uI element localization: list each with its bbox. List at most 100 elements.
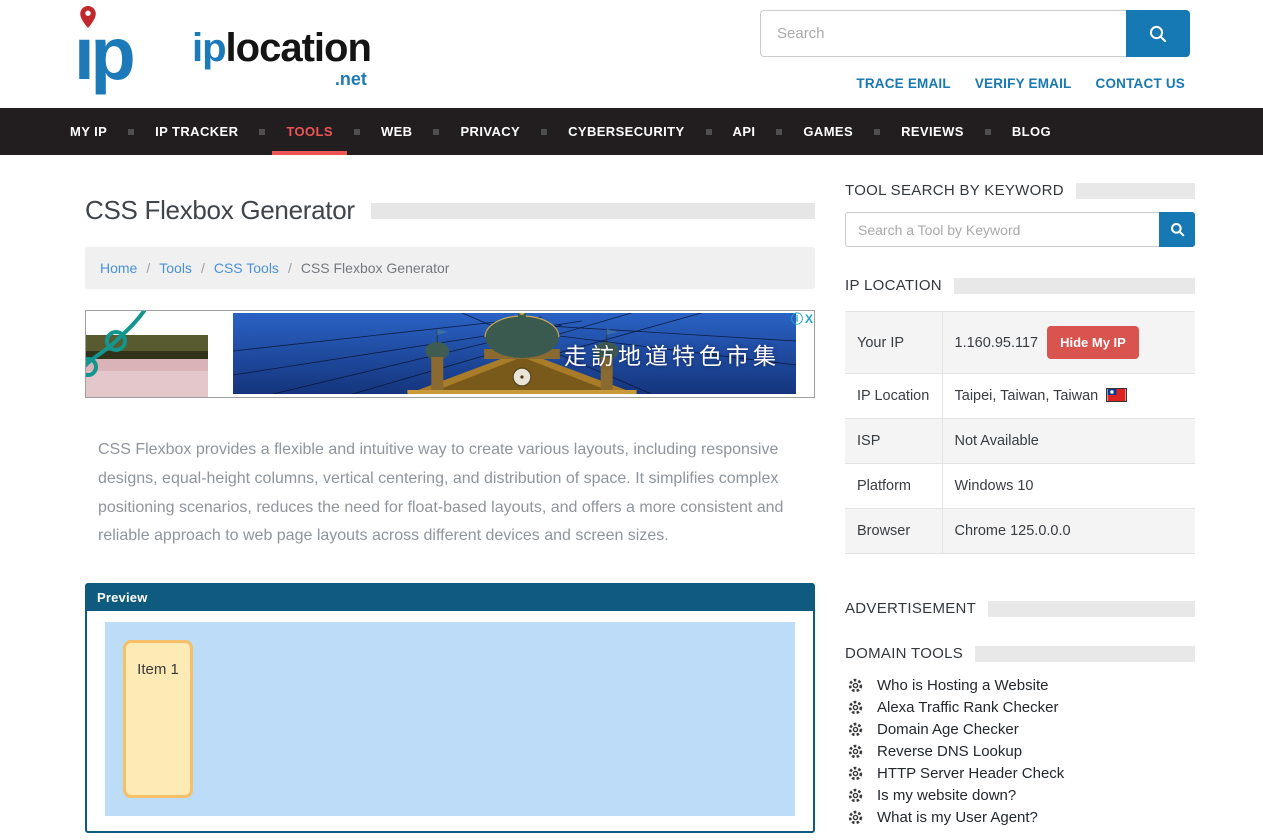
table-row: Your IP 1.160.95.117 Hide My IP xyxy=(845,312,1195,374)
advertisement-heading-label: ADVERTISEMENT xyxy=(845,600,976,617)
nav-item-ip-tracker[interactable]: IP TRACKER xyxy=(141,108,252,155)
breadcrumb-tools[interactable]: Tools xyxy=(159,260,192,276)
flex-item-1[interactable]: Item 1 xyxy=(123,640,193,798)
logo-tld: .net xyxy=(335,69,367,90)
logo-mark: ıp xyxy=(74,4,192,82)
nav-separator xyxy=(985,129,991,135)
site-header: ıp iplocation .net xyxy=(0,0,1263,108)
domain-tool-link-user-agent[interactable]: What is my User Agent? xyxy=(877,809,1038,826)
heading-decorative-bar xyxy=(988,601,1195,617)
breadcrumb-current: CSS Flexbox Generator xyxy=(301,260,450,276)
ad-left-image xyxy=(86,311,208,397)
breadcrumb-home[interactable]: Home xyxy=(100,260,137,276)
row-label: ISP xyxy=(845,419,942,464)
ad-overlay-text: 走訪地道特色市集 xyxy=(564,337,780,371)
site-search-input[interactable] xyxy=(760,10,1126,57)
gear-icon xyxy=(847,721,864,738)
map-pin-icon xyxy=(80,6,96,28)
flex-container-demo: Item 1 xyxy=(105,622,795,816)
breadcrumb-separator: / xyxy=(288,260,292,276)
ip-location-value: Taipei, Taiwan, Taiwan xyxy=(955,388,1099,404)
ip-location-heading-label: IP LOCATION xyxy=(845,277,942,294)
advertisement-heading: ADVERTISEMENT xyxy=(845,600,1195,617)
gear-icon xyxy=(847,677,864,694)
isp-value: Not Available xyxy=(942,419,1195,464)
tool-description: CSS Flexbox provides a flexible and intu… xyxy=(98,436,798,551)
nav-separator xyxy=(128,129,134,135)
site-search-form xyxy=(760,10,1190,57)
site-search-button[interactable] xyxy=(1126,10,1190,57)
nav-item-cybersecurity[interactable]: CYBERSECURITY xyxy=(554,108,698,155)
nav-item-reviews[interactable]: REVIEWS xyxy=(887,108,978,155)
your-ip-value: 1.160.95.117 xyxy=(955,335,1039,351)
search-icon xyxy=(1147,23,1169,45)
nav-separator xyxy=(776,129,782,135)
breadcrumb-separator: / xyxy=(201,260,205,276)
list-item: Reverse DNS Lookup xyxy=(847,744,1195,759)
breadcrumb-css-tools[interactable]: CSS Tools xyxy=(214,260,279,276)
list-item: Alexa Traffic Rank Checker xyxy=(847,700,1195,715)
platform-value: Windows 10 xyxy=(942,464,1195,509)
row-label: Your IP xyxy=(845,312,942,374)
domain-tool-link-alexa-rank[interactable]: Alexa Traffic Rank Checker xyxy=(877,699,1058,716)
gear-icon xyxy=(847,765,864,782)
title-row: CSS Flexbox Generator xyxy=(85,195,815,226)
taiwan-flag-icon xyxy=(1106,388,1127,402)
table-row: ISP Not Available xyxy=(845,419,1195,464)
ip-location-table: Your IP 1.160.95.117 Hide My IP IP Locati… xyxy=(845,311,1195,554)
nav-separator xyxy=(259,129,265,135)
domain-tool-link-http-header[interactable]: HTTP Server Header Check xyxy=(877,765,1064,782)
row-value-cell: Taipei, Taiwan, Taiwan xyxy=(942,374,1195,419)
domain-tool-link-domain-age[interactable]: Domain Age Checker xyxy=(877,721,1019,738)
heading-decorative-bar xyxy=(975,646,1195,662)
site-logo[interactable]: ıp iplocation .net xyxy=(74,4,371,82)
nav-item-web[interactable]: WEB xyxy=(367,108,427,155)
gear-icon xyxy=(847,809,864,826)
preview-header: Preview xyxy=(87,585,813,611)
logo-word-ip: ip xyxy=(192,26,226,70)
page: ıp iplocation .net xyxy=(0,0,1263,840)
row-label: IP Location xyxy=(845,374,942,419)
table-row: Platform Windows 10 xyxy=(845,464,1195,509)
domain-tools-list: Who is Hosting a Website Alexa Traffic R… xyxy=(847,678,1195,832)
domain-tool-link-website-down[interactable]: Is my website down? xyxy=(877,787,1016,804)
nav-item-blog[interactable]: BLOG xyxy=(998,108,1065,155)
browser-value: Chrome 125.0.0.0 xyxy=(942,509,1195,554)
list-item: Domain Age Checker xyxy=(847,722,1195,737)
gear-icon xyxy=(847,787,864,804)
gear-icon xyxy=(847,699,864,716)
trace-email-link[interactable]: TRACE EMAIL xyxy=(856,76,950,91)
tool-search-button[interactable] xyxy=(1159,212,1195,247)
row-value-cell: 1.160.95.117 Hide My IP xyxy=(942,312,1195,374)
verify-email-link[interactable]: VERIFY EMAIL xyxy=(975,76,1072,91)
nav-separator xyxy=(706,129,712,135)
tool-search-heading: TOOL SEARCH BY KEYWORD xyxy=(845,182,1195,199)
header-links: TRACE EMAIL VERIFY EMAIL CONTACT US xyxy=(856,76,1185,91)
gear-icon xyxy=(847,743,864,760)
domain-tools-heading-label: DOMAIN TOOLS xyxy=(845,645,963,662)
nav-item-my-ip[interactable]: MY IP xyxy=(56,108,121,155)
domain-tool-link-reverse-dns[interactable]: Reverse DNS Lookup xyxy=(877,743,1022,760)
heading-decorative-bar xyxy=(1076,183,1195,199)
tool-search-input[interactable] xyxy=(845,212,1159,247)
ad-choice-icons: ⓘ X xyxy=(791,312,813,326)
nav-item-tools[interactable]: TOOLS xyxy=(272,108,347,155)
table-row: Browser Chrome 125.0.0.0 xyxy=(845,509,1195,554)
table-row: IP Location Taipei, Taiwan, Taiwan xyxy=(845,374,1195,419)
sidebar: TOOL SEARCH BY KEYWORD IP LOCATION Your … xyxy=(845,155,1195,840)
main-content: CSS Flexbox Generator Home / Tools / CSS… xyxy=(85,155,815,840)
ad-close-icon[interactable]: X xyxy=(805,312,813,326)
logo-wordmark: iplocation .net xyxy=(192,28,371,82)
nav-item-api[interactable]: API xyxy=(719,108,770,155)
ad-main-image: 走訪地道特色市集 xyxy=(233,313,796,394)
nav-item-privacy[interactable]: PRIVACY xyxy=(446,108,534,155)
nav-item-games[interactable]: GAMES xyxy=(789,108,867,155)
contact-us-link[interactable]: CONTACT US xyxy=(1096,76,1186,91)
ad-info-icon[interactable]: ⓘ xyxy=(791,312,803,326)
domain-tool-link-hosting[interactable]: Who is Hosting a Website xyxy=(877,677,1048,694)
nav-separator xyxy=(874,129,880,135)
ad-banner[interactable]: 走訪地道特色市集 ⓘ X xyxy=(85,310,815,398)
nav-separator xyxy=(433,129,439,135)
row-label: Platform xyxy=(845,464,942,509)
hide-my-ip-button[interactable]: Hide My IP xyxy=(1047,326,1139,359)
